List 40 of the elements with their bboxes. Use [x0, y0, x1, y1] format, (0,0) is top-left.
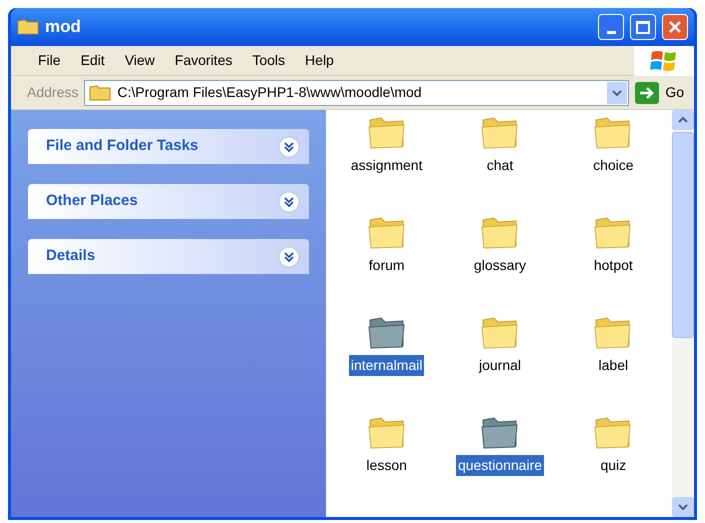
folder-label[interactable]: glossary: [472, 255, 528, 276]
task-pane-header[interactable]: Details: [28, 239, 309, 274]
close-icon: [668, 20, 682, 34]
folder-label[interactable]: questionnaire: [456, 455, 544, 476]
chevron-down-icon: [612, 88, 622, 96]
menu-item[interactable]: Tools: [249, 50, 288, 71]
maximize-button[interactable]: [630, 14, 656, 40]
arrow-right-icon: [639, 86, 656, 100]
folder-icon: [89, 84, 112, 102]
folder-icon: [17, 18, 39, 36]
scrollbar[interactable]: [672, 110, 694, 517]
chevron-down-icon: [678, 503, 688, 511]
window-title: mod: [45, 16, 82, 38]
menu-item[interactable]: View: [122, 50, 158, 71]
task-pane-header[interactable]: Other Places: [28, 184, 309, 219]
address-label: Address: [26, 83, 78, 102]
menu-item[interactable]: Help: [302, 50, 337, 71]
address-field[interactable]: C:\Program Files\EasyPHP1-8\www\moodle\mod: [84, 80, 630, 106]
folder-label[interactable]: assignment: [348, 155, 424, 176]
dropdown-button[interactable]: [607, 82, 628, 104]
minimize-button[interactable]: [598, 14, 624, 40]
folder-label[interactable]: quiz: [598, 455, 628, 476]
task-pane-header[interactable]: File and Folder Tasks: [28, 129, 309, 164]
expand-icon[interactable]: [278, 136, 300, 158]
menu-item[interactable]: File: [35, 50, 64, 71]
flag-icon: [650, 48, 678, 72]
expand-icon[interactable]: [278, 190, 300, 212]
chevron-up-icon: [678, 116, 688, 124]
menu-item[interactable]: Edit: [78, 50, 108, 71]
folder-label[interactable]: hotpot: [592, 255, 635, 276]
folder-label[interactable]: choice: [591, 155, 636, 176]
expand-icon[interactable]: [278, 246, 300, 268]
folder-label[interactable]: label: [596, 355, 630, 376]
folder-label[interactable]: internalmail: [348, 355, 424, 376]
folder-label[interactable]: journal: [476, 355, 523, 376]
folder-label[interactable]: lesson: [364, 455, 409, 476]
close-button[interactable]: [662, 14, 688, 40]
folder-label[interactable]: forum: [366, 255, 407, 276]
menu-item[interactable]: Favorites: [172, 50, 236, 71]
folder-label[interactable]: chat: [484, 155, 516, 176]
